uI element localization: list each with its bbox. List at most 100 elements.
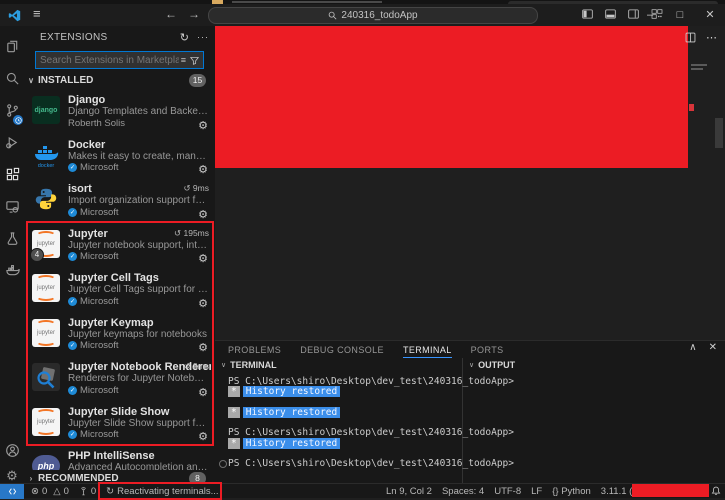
search-icon[interactable]	[0, 65, 24, 91]
jupyter-renderers-icon	[32, 363, 60, 391]
gear-icon[interactable]: ⚙	[198, 252, 208, 265]
activity-bar: ⚙	[0, 26, 24, 483]
editor-scrollbar[interactable]	[715, 118, 723, 148]
chevron-right-icon: ›	[29, 473, 33, 483]
notifications-bell-icon[interactable]	[711, 486, 721, 496]
cursor-position[interactable]: Ln 9, Col 2	[386, 486, 432, 497]
panel-tab-problems[interactable]: PROBLEMS	[228, 341, 281, 358]
terminal-content[interactable]: PS C:\Users\shiro\Desktop\dev_test\24031…	[219, 376, 514, 470]
activation-time: ↺ 3ms	[183, 361, 209, 371]
extension-item[interactable]: jupyter Jupyter Cell Tags Jupyter Cell Tag…	[24, 267, 215, 312]
chevron-down-icon: ∨	[28, 75, 34, 85]
extension-author: Microsoft	[80, 384, 119, 396]
extension-author: Microsoft	[80, 162, 119, 173]
verified-publisher-icon: ✓	[68, 252, 77, 261]
extension-item[interactable]: php PHP IntelliSense Advanced Autocompleti…	[24, 445, 215, 470]
nav-forward-icon[interactable]: →	[188, 7, 200, 21]
editor-more-icon[interactable]: ⋯	[706, 32, 717, 43]
output-pane-header[interactable]: ∨ OUTPUT	[469, 360, 515, 370]
remote-indicator[interactable]	[0, 484, 24, 499]
indentation[interactable]: Spaces: 4	[442, 486, 484, 497]
verified-publisher-icon: ✓	[68, 430, 77, 439]
menu-icon[interactable]: ≡	[33, 6, 41, 21]
filter-list-icon[interactable]: ≡	[181, 55, 186, 65]
jupyter-icon: jupyter	[32, 318, 60, 347]
panel-tab-debug-console[interactable]: DEBUG CONSOLE	[300, 341, 384, 358]
toggle-panel-icon[interactable]	[605, 9, 616, 19]
extension-name: Docker	[68, 138, 106, 151]
testing-icon[interactable]	[0, 225, 24, 251]
more-actions-icon[interactable]: ···	[197, 32, 209, 42]
extension-item[interactable]: django Django Django Templates and Backend…	[24, 89, 215, 134]
split-editor-icon[interactable]	[685, 32, 696, 43]
nav-back-icon[interactable]: ←	[165, 7, 177, 21]
ports-status[interactable]: 0	[79, 486, 96, 497]
sync-icon: ↻	[106, 486, 115, 497]
php-icon: php	[32, 455, 60, 470]
panel-tab-ports[interactable]: PORTS	[471, 341, 504, 358]
extension-name: PHP IntelliSense	[68, 450, 155, 462]
source-control-icon[interactable]	[0, 97, 24, 125]
installed-section-header[interactable]: ∨ INSTALLED 15	[24, 72, 215, 88]
chevron-down-icon: ∨	[221, 362, 227, 369]
panel-tab-terminal[interactable]: TERMINAL	[402, 341, 452, 358]
installed-label: INSTALLED	[38, 74, 94, 86]
gear-icon[interactable]: ⚙	[198, 163, 208, 176]
django-icon: django	[32, 96, 60, 124]
command-decoration-icon	[219, 460, 227, 469]
recommended-section-header[interactable]: › RECOMMENDED 8	[24, 470, 215, 483]
editor-area: ⋯ PROBLEMS DEBUG CONSOLE TERMINAL PORTS ∧ ✕…	[215, 26, 725, 483]
command-center-search[interactable]: 240316_todoApp	[208, 7, 538, 24]
scm-clock-badge	[13, 115, 23, 125]
encoding[interactable]: UTF-8	[494, 486, 521, 497]
extension-item[interactable]: docker Docker Makes it easy to create, man…	[24, 134, 215, 179]
warning-icon: △	[53, 486, 61, 497]
gear-icon[interactable]: ⚙	[198, 119, 208, 132]
extension-description: Import organization support for Pyt...	[68, 195, 211, 206]
toggle-sidebar-icon[interactable]	[582, 9, 593, 19]
eol-sequence[interactable]: LF	[531, 486, 542, 497]
extension-description: Jupyter Slide Show support for VS C...	[68, 417, 211, 429]
extension-description: Jupyter keymaps for notebooks	[68, 328, 207, 340]
python-icon	[32, 185, 60, 213]
minimap-marker	[689, 104, 694, 111]
minimize-button[interactable]: –	[637, 4, 663, 25]
extensions-icon[interactable]	[0, 161, 24, 187]
extensions-search-input[interactable]	[36, 54, 181, 66]
gear-icon[interactable]: ⚙	[198, 341, 208, 354]
vscode-logo-icon	[8, 9, 21, 22]
extension-item[interactable]: jupyter 4 Jupyter Jupyter notebook support,…	[24, 223, 215, 268]
gear-icon[interactable]: ⚙	[198, 386, 208, 399]
search-value: 240316_todoApp	[341, 10, 418, 21]
gear-icon[interactable]: ⚙	[198, 430, 208, 443]
reactivating-terminals-status[interactable]: ↻ Reactivating terminals...	[106, 486, 218, 497]
jupyter-icon: jupyter	[32, 407, 60, 436]
extensions-search-box[interactable]: ≡	[35, 51, 204, 69]
terminal-line: * History restored	[228, 437, 461, 449]
maximize-button[interactable]: □	[667, 4, 693, 25]
explorer-icon[interactable]	[0, 33, 24, 59]
accounts-icon[interactable]	[0, 437, 24, 463]
error-icon: ⊗	[31, 486, 39, 497]
docker-icon[interactable]	[0, 257, 24, 283]
extension-item[interactable]: jupyter Jupyter Keymap Jupyter keymaps for…	[24, 312, 215, 357]
panel-close-icon[interactable]: ✕	[709, 342, 717, 353]
gear-icon[interactable]: ⚙	[198, 297, 208, 310]
remote-explorer-icon[interactable]	[0, 193, 24, 219]
close-button[interactable]: ✕	[697, 4, 723, 25]
extension-count-badge: 4	[30, 247, 44, 262]
panel-maximize-icon[interactable]: ∧	[689, 342, 696, 353]
extension-item[interactable]: jupyter Jupyter Slide Show Jupyter Slide S…	[24, 401, 215, 446]
svg-text:docker: docker	[38, 163, 55, 169]
extension-item[interactable]: isortImport organization support for Pyt…	[24, 178, 215, 223]
docker-icon: docker	[32, 141, 60, 169]
terminal-pane-header[interactable]: ∨ TERMINAL	[221, 360, 277, 370]
panel-tabs: PROBLEMS DEBUG CONSOLE TERMINAL PORTS	[228, 341, 504, 358]
extension-item[interactable]: Jupyter Notebook Renderers Renderers for …	[24, 356, 215, 401]
gear-icon[interactable]: ⚙	[198, 208, 208, 221]
filter-funnel-icon[interactable]	[190, 56, 199, 65]
problems-status[interactable]: ⊗ 0 △ 0	[31, 486, 69, 497]
refresh-icon[interactable]: ↻	[180, 31, 189, 44]
run-debug-icon[interactable]	[0, 129, 24, 155]
language-mode[interactable]: {} Python	[552, 486, 591, 497]
